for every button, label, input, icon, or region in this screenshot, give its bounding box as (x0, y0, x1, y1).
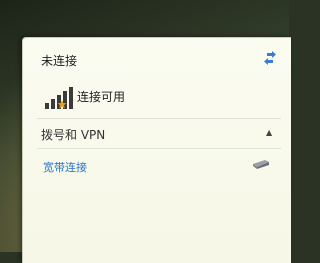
refresh-icon[interactable] (263, 51, 277, 65)
wifi-available-label: 连接可用 (77, 90, 126, 104)
dialup-connection-icon (253, 160, 269, 169)
connection-status-title: 未连接 (41, 54, 78, 68)
divider (37, 118, 281, 119)
divider (37, 148, 281, 149)
dialup-vpn-section-title: 拨号和 VPN (41, 128, 106, 142)
wifi-signal-icon (45, 87, 73, 109)
network-flyout-panel: 未连接 连接可用 拨号和 VPN ▲ 宽带连接 (22, 37, 291, 263)
chevron-up-icon[interactable]: ▲ (266, 128, 272, 137)
broadband-connection-label: 宽带连接 (43, 161, 87, 174)
